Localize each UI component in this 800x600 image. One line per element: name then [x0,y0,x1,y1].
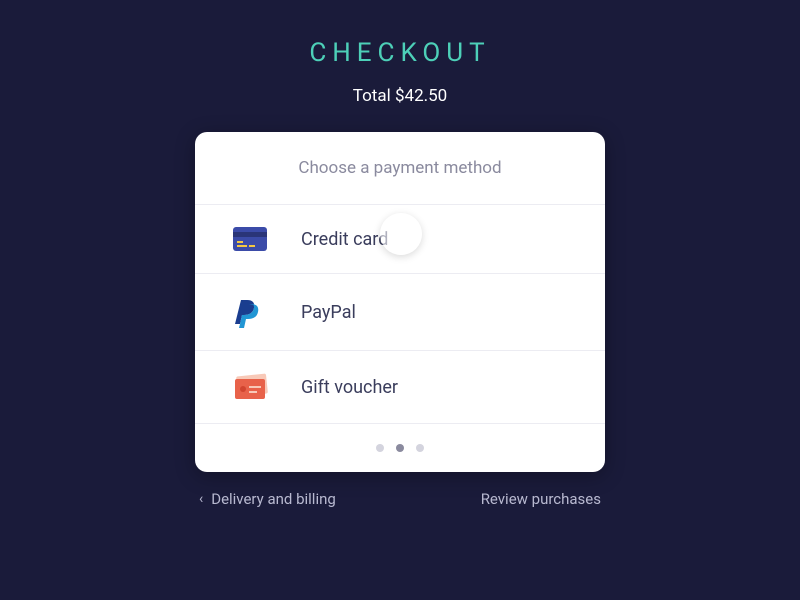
pagination-dots [195,424,605,472]
card-prompt: Choose a payment method [195,132,605,205]
payment-option-label: Gift voucher [301,377,398,398]
chevron-left-icon: ‹ [199,491,203,507]
back-link-label: Delivery and billing [211,490,336,508]
gift-voucher-icon [233,373,283,401]
footer-nav: ‹ Delivery and billing Review purchases [195,490,605,508]
credit-card-icon [233,227,283,251]
forward-link[interactable]: Review purchases [481,490,601,508]
total-amount: Total $42.50 [353,86,447,106]
back-link[interactable]: ‹ Delivery and billing [199,490,336,508]
payment-option-gift-voucher[interactable]: Gift voucher [195,351,605,424]
page-title: CHECKOUT [309,38,490,68]
forward-link-label: Review purchases [481,490,601,508]
payment-option-label: Credit card [301,229,388,250]
payment-card: Choose a payment method Credit card PayP… [195,132,605,472]
payment-option-paypal[interactable]: PayPal [195,274,605,351]
pagination-dot[interactable] [396,444,404,452]
pagination-dot[interactable] [376,444,384,452]
pagination-dot[interactable] [416,444,424,452]
paypal-icon [233,296,283,328]
payment-option-label: PayPal [301,302,356,323]
payment-option-credit-card[interactable]: Credit card [195,205,605,274]
